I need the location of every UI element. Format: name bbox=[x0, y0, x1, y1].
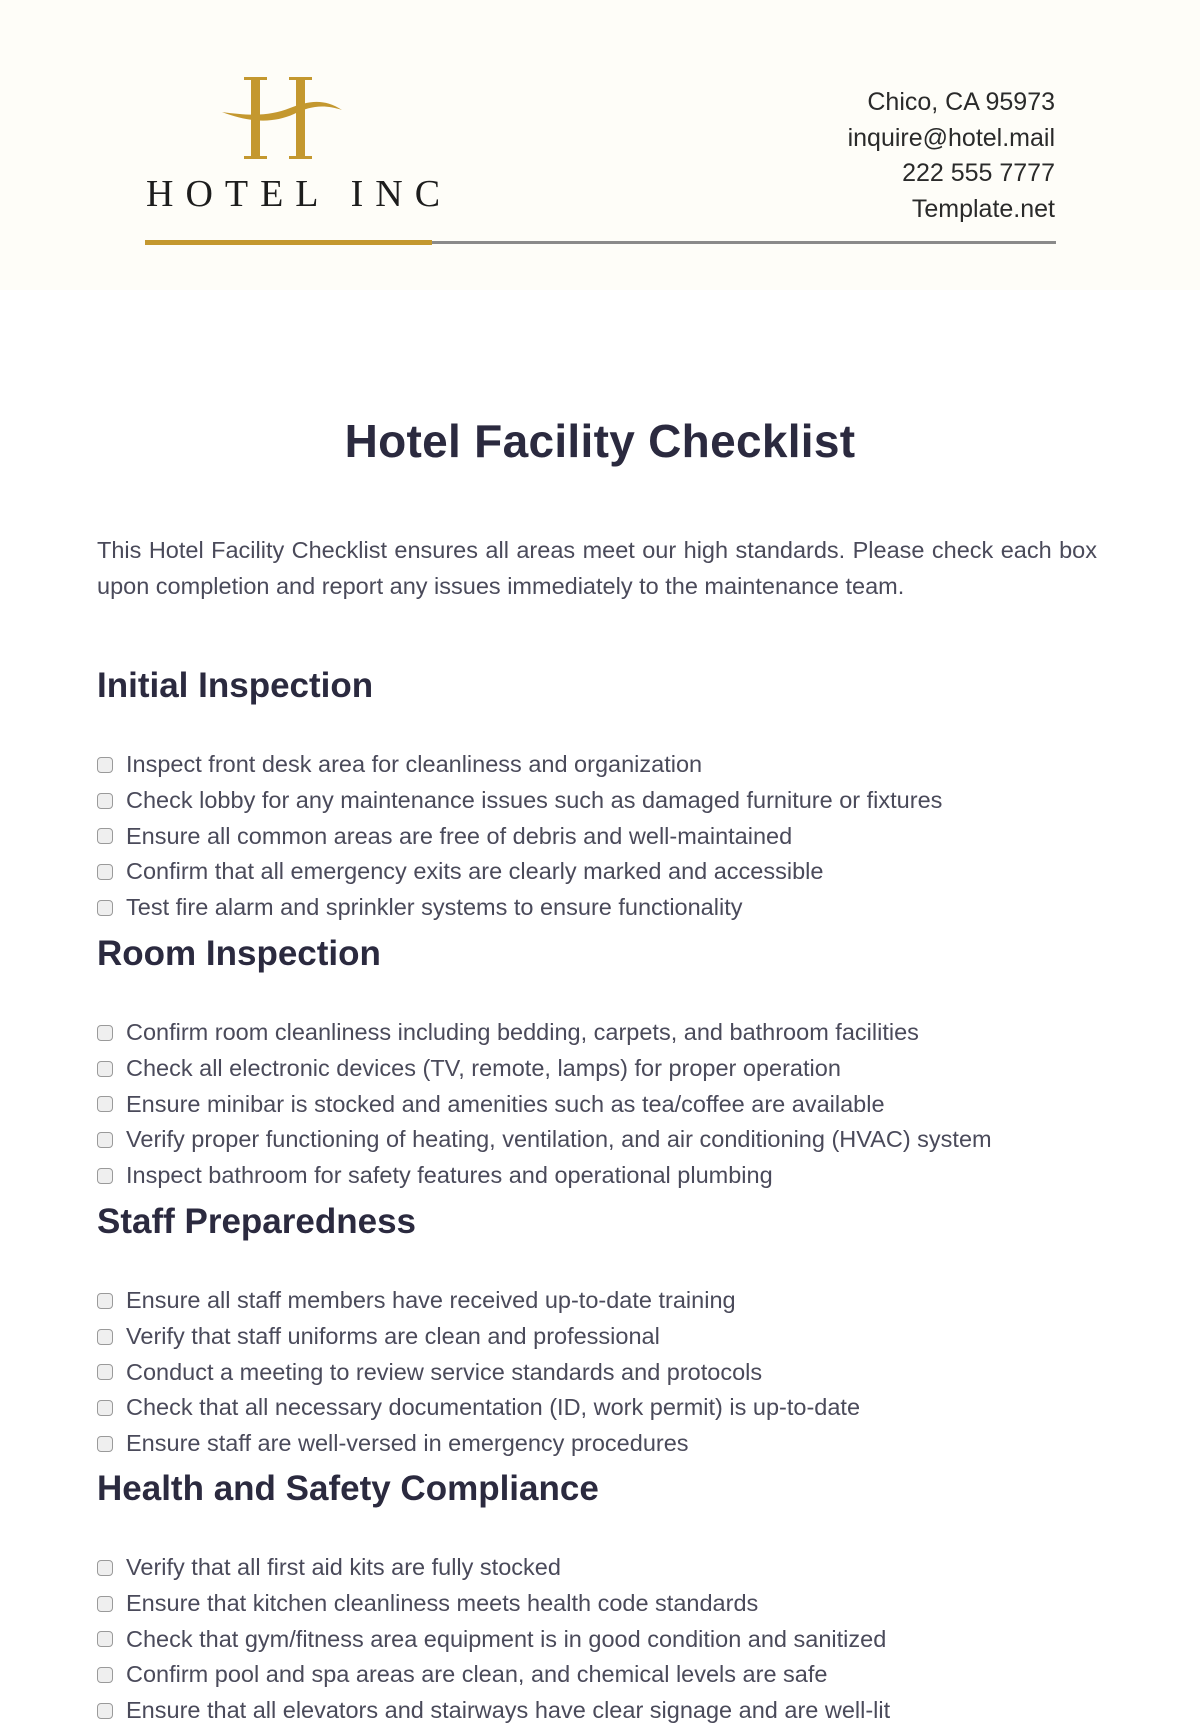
contact-email[interactable]: inquire@hotel.mail bbox=[848, 121, 1055, 157]
checklist-item-label: Ensure minibar is stocked and amenities … bbox=[126, 1090, 885, 1117]
checkbox[interactable] bbox=[97, 1096, 113, 1113]
checkbox[interactable] bbox=[97, 792, 113, 809]
section-health-and-safety-compliance: Health and Safety Compliance Verify that… bbox=[97, 1468, 1107, 1723]
checklist-item[interactable]: Verify that staff uniforms are clean and… bbox=[97, 1319, 860, 1355]
checkbox[interactable] bbox=[97, 756, 113, 773]
checkbox[interactable] bbox=[97, 1168, 113, 1185]
checklist-item-label: Check lobby for any maintenance issues s… bbox=[126, 786, 943, 813]
checkbox[interactable] bbox=[97, 1292, 113, 1309]
section-heading: Health and Safety Compliance bbox=[97, 1469, 599, 1508]
section-heading: Staff Preparedness bbox=[97, 1202, 417, 1241]
checkbox[interactable] bbox=[97, 1400, 113, 1417]
intro-paragraph: This Hotel Facility Checklist ensures al… bbox=[97, 537, 1097, 599]
letterhead: HOTEL INC Chico, CA 95973 inquire@hotel.… bbox=[0, 0, 1200, 290]
checklist-item-label: Ensure that kitchen cleanliness meets he… bbox=[126, 1589, 759, 1616]
section-initial-inspection: Initial Inspection Inspect front desk ar… bbox=[97, 665, 1107, 920]
checklist-item[interactable]: Ensure all common areas are free of debr… bbox=[97, 819, 942, 855]
checklist-item-label: Verify that all first aid kits are fully… bbox=[126, 1554, 561, 1580]
checklist-item[interactable]: Inspect front desk area for cleanliness … bbox=[97, 747, 942, 783]
checklist-item-label: Confirm room cleanliness including beddi… bbox=[126, 1019, 919, 1045]
checkbox[interactable] bbox=[97, 1667, 113, 1684]
checklist: Ensure all staff members have received u… bbox=[97, 1283, 860, 1462]
checkbox[interactable] bbox=[97, 1703, 113, 1720]
checklist-item[interactable]: Confirm pool and spa areas are clean, an… bbox=[97, 1657, 890, 1693]
checklist: Confirm room cleanliness including beddi… bbox=[97, 1015, 992, 1194]
checklist-item[interactable]: Check that gym/fitness area equipment is… bbox=[97, 1622, 890, 1658]
header-divider-accent bbox=[145, 240, 432, 245]
checkbox[interactable] bbox=[97, 1595, 113, 1612]
checklist-item-label: Ensure all common areas are free of debr… bbox=[126, 822, 793, 849]
checklist-item-label: Verify that staff uniforms are clean and… bbox=[126, 1322, 660, 1349]
checklist-item-label: Conduct a meeting to review service stan… bbox=[126, 1358, 763, 1385]
checklist-item[interactable]: Confirm room cleanliness including beddi… bbox=[97, 1015, 992, 1051]
checklist: Verify that all first aid kits are fully… bbox=[97, 1550, 890, 1729]
checklist-item-label: Inspect front desk area for cleanliness … bbox=[126, 751, 703, 777]
checklist-item[interactable]: Check that all necessary documentation (… bbox=[97, 1390, 860, 1426]
checkbox[interactable] bbox=[97, 1559, 113, 1576]
checklist-item-label: Ensure all staff members have received u… bbox=[126, 1287, 736, 1313]
checklist-item[interactable]: Ensure minibar is stocked and amenities … bbox=[97, 1087, 992, 1123]
checklist-item[interactable]: Check lobby for any maintenance issues s… bbox=[97, 783, 942, 819]
checkbox[interactable] bbox=[97, 900, 113, 917]
checklist-item-label: Confirm that all emergency exits are cle… bbox=[126, 858, 824, 885]
checklist-item[interactable]: Ensure staff are well-versed in emergenc… bbox=[97, 1426, 860, 1462]
checklist-item[interactable]: Conduct a meeting to review service stan… bbox=[97, 1355, 860, 1391]
checklist: Inspect front desk area for cleanliness … bbox=[97, 747, 942, 926]
section-heading: Room Inspection bbox=[97, 934, 381, 973]
company-logo: HOTEL INC bbox=[140, 70, 440, 220]
checkbox[interactable] bbox=[97, 1436, 113, 1453]
checklist-item-label: Verify proper functioning of heating, ve… bbox=[126, 1126, 992, 1153]
checklist-item-label: Check all electronic devices (TV, remote… bbox=[126, 1054, 841, 1081]
section-staff-preparedness: Staff Preparedness Ensure all staff memb… bbox=[97, 1201, 1107, 1456]
checklist-item-label: Inspect bathroom for safety features and… bbox=[126, 1162, 773, 1189]
checkbox[interactable] bbox=[97, 1132, 113, 1149]
checklist-item[interactable]: Check all electronic devices (TV, remote… bbox=[97, 1051, 992, 1087]
h-monogram-icon bbox=[222, 77, 342, 159]
contact-address: Chico, CA 95973 bbox=[867, 88, 1055, 116]
section-room-inspection: Room Inspection Confirm room cleanliness… bbox=[97, 933, 1107, 1188]
checkbox[interactable] bbox=[97, 864, 113, 881]
checklist-item-label: Test fire alarm and sprinkler systems to… bbox=[126, 894, 743, 921]
checklist-item[interactable]: Ensure that kitchen cleanliness meets he… bbox=[97, 1586, 890, 1622]
checklist-item-label: Ensure staff are well-versed in emergenc… bbox=[126, 1430, 689, 1457]
checkbox[interactable] bbox=[97, 828, 113, 845]
checklist-item[interactable]: Ensure that all elevators and stairways … bbox=[97, 1693, 890, 1729]
contact-block: Chico, CA 95973 inquire@hotel.mail 222 5… bbox=[848, 85, 1055, 227]
checkbox[interactable] bbox=[97, 1060, 113, 1077]
checkbox[interactable] bbox=[97, 1328, 113, 1345]
checklist-item[interactable]: Test fire alarm and sprinkler systems to… bbox=[97, 890, 942, 926]
checklist-item[interactable]: Ensure all staff members have received u… bbox=[97, 1283, 860, 1319]
checklist-item[interactable]: Verify that all first aid kits are fully… bbox=[97, 1550, 890, 1586]
checklist-item[interactable]: Verify proper functioning of heating, ve… bbox=[97, 1122, 992, 1158]
contact-phone: 222 555 7777 bbox=[902, 159, 1055, 187]
section-heading: Initial Inspection bbox=[97, 666, 374, 705]
checkbox[interactable] bbox=[97, 1631, 113, 1648]
checklist-item[interactable]: Inspect bathroom for safety features and… bbox=[97, 1158, 992, 1194]
checklist-item[interactable]: Confirm that all emergency exits are cle… bbox=[97, 854, 942, 890]
checklist-item-label: Confirm pool and spa areas are clean, an… bbox=[126, 1661, 828, 1688]
company-name: HOTEL INC bbox=[146, 173, 453, 215]
page-title: Hotel Facility Checklist bbox=[344, 415, 856, 467]
checklist-item-label: Check that gym/fitness area equipment is… bbox=[126, 1625, 887, 1652]
contact-website[interactable]: Template.net bbox=[848, 192, 1055, 228]
checklist-item-label: Ensure that all elevators and stairways … bbox=[126, 1697, 891, 1724]
checklist-item-label: Check that all necessary documentation (… bbox=[126, 1394, 861, 1421]
checkbox[interactable] bbox=[97, 1364, 113, 1381]
checkbox[interactable] bbox=[97, 1024, 113, 1041]
